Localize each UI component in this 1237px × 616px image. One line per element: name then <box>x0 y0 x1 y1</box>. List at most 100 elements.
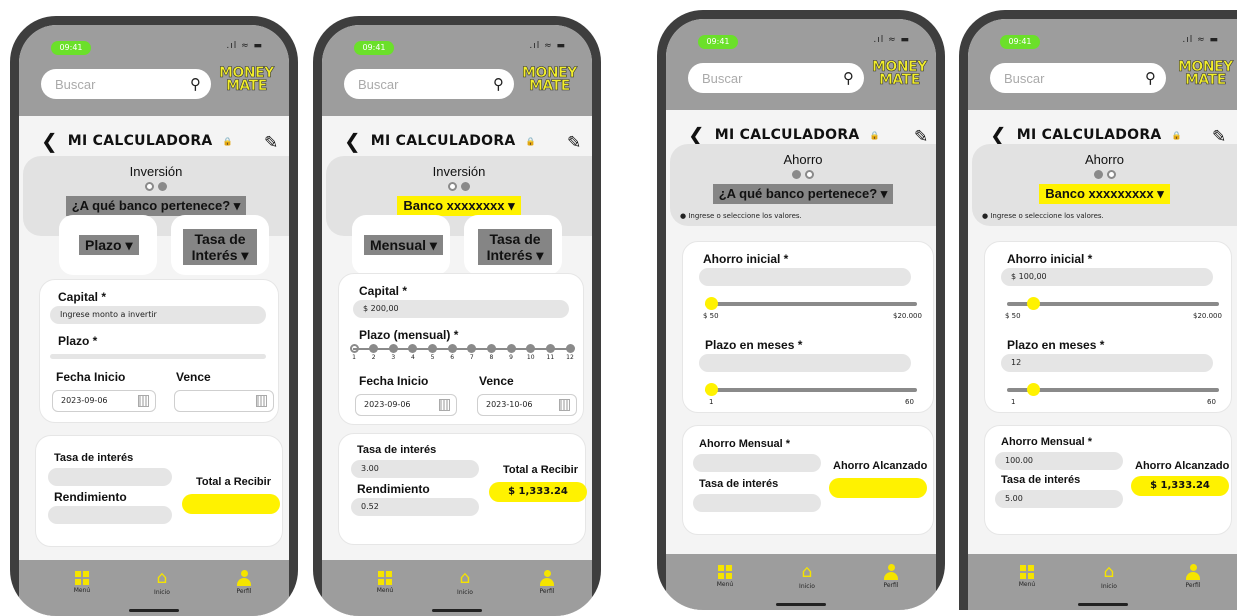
home-icon[interactable]: ⌂ <box>1094 564 1124 581</box>
search-bar[interactable]: Buscar ⚲ <box>344 69 514 99</box>
nav-menu[interactable]: Menú <box>370 570 400 594</box>
capital-input[interactable]: Ingrese monto a invertir <box>50 306 266 324</box>
rate-input[interactable] <box>693 494 821 512</box>
yield-input[interactable]: 0.52 <box>351 498 479 516</box>
month-step[interactable]: 5 <box>428 344 438 361</box>
pager-dot[interactable] <box>461 182 470 191</box>
nav-home[interactable]: ⌂ Inicio <box>450 570 480 597</box>
plazo-input[interactable] <box>50 354 266 359</box>
home-icon[interactable]: ⌂ <box>450 570 480 587</box>
pager-dot[interactable] <box>448 182 457 191</box>
pager-dots[interactable] <box>326 182 592 191</box>
nav-menu[interactable]: Menú <box>710 564 740 588</box>
pager-dots[interactable] <box>670 170 936 179</box>
search-bar[interactable]: Buscar ⚲ <box>990 63 1166 93</box>
start-date-input[interactable]: 2023-09-06 <box>355 394 457 416</box>
search-bar[interactable]: Buscar ⚲ <box>688 63 864 93</box>
yield-input[interactable] <box>48 506 172 524</box>
monthly-savings-input[interactable]: 100.00 <box>995 452 1123 470</box>
month-step[interactable]: 3 <box>388 344 398 361</box>
month-step[interactable]: 8 <box>486 344 496 361</box>
tab-monthly[interactable]: Mensual ▾ <box>364 235 443 255</box>
nav-profile[interactable]: Perfil <box>229 570 259 595</box>
monthly-savings-input[interactable] <box>693 454 821 472</box>
nav-home[interactable]: ⌂ Inicio <box>147 570 177 597</box>
pager-dot[interactable] <box>1106 170 1116 179</box>
months-slider[interactable] <box>1007 383 1219 396</box>
month-step[interactable]: 4 <box>408 344 418 361</box>
search-icon[interactable]: ⚲ <box>190 75 201 93</box>
month-step[interactable]: 11 <box>545 344 555 361</box>
nav-menu[interactable]: Menú <box>1012 564 1042 588</box>
initial-savings-input[interactable]: $ 100,00 <box>1001 268 1213 286</box>
bank-select[interactable]: ¿A qué banco pertenece? ▾ <box>65 196 247 216</box>
home-icon[interactable]: ⌂ <box>792 564 822 581</box>
months-input[interactable] <box>699 354 911 372</box>
slider-knob[interactable] <box>705 297 718 310</box>
nav-home[interactable]: ⌂ Inicio <box>1094 564 1124 591</box>
calendar-icon[interactable] <box>138 395 149 407</box>
calendar-icon[interactable] <box>256 395 267 407</box>
back-arrow-icon[interactable]: ❮ <box>41 129 58 153</box>
capital-input[interactable]: $ 200,00 <box>353 300 569 318</box>
back-arrow-icon[interactable]: ❮ <box>344 129 361 153</box>
calendar-icon[interactable] <box>559 399 570 411</box>
initial-savings-slider[interactable] <box>1007 297 1219 310</box>
search-bar[interactable]: Buscar ⚲ <box>41 69 211 99</box>
person-icon[interactable] <box>884 564 898 580</box>
slider-knob[interactable] <box>1027 297 1040 310</box>
nav-profile[interactable]: Perfil <box>1178 564 1208 589</box>
search-input[interactable]: Buscar <box>358 77 398 92</box>
rate-input[interactable]: 3.00 <box>351 460 479 478</box>
month-step[interactable]: 7 <box>467 344 477 361</box>
month-step[interactable]: 6 <box>447 344 457 361</box>
pager-dot[interactable] <box>145 182 154 191</box>
search-icon[interactable]: ⚲ <box>1145 69 1156 87</box>
bank-select[interactable]: Banco xxxxxxxxx ▾ <box>1039 184 1170 204</box>
pager-dots[interactable] <box>972 170 1237 179</box>
search-icon[interactable]: ⚲ <box>493 75 504 93</box>
person-icon[interactable] <box>1186 564 1200 580</box>
month-step[interactable]: 9 <box>506 344 516 361</box>
tab-plazo[interactable]: Plazo ▾ <box>79 235 139 255</box>
start-date-input[interactable]: 2023-09-06 <box>52 390 156 412</box>
initial-savings-input[interactable] <box>699 268 911 286</box>
search-input[interactable]: Buscar <box>702 71 742 86</box>
pencil-icon[interactable]: ✎ <box>264 133 278 153</box>
slider-knob[interactable] <box>1027 383 1040 396</box>
nav-profile[interactable]: Perfil <box>532 570 562 595</box>
months-slider[interactable] <box>705 383 917 396</box>
search-input[interactable]: Buscar <box>1004 71 1044 86</box>
pager-dot[interactable] <box>792 170 801 179</box>
tab-rate[interactable]: Tasa de Interés ▾ <box>183 229 257 265</box>
person-icon[interactable] <box>237 570 251 586</box>
slider-knob[interactable] <box>705 383 718 396</box>
month-step[interactable]: 10 <box>526 344 536 361</box>
grid-icon[interactable] <box>378 571 392 585</box>
nav-profile[interactable]: Perfil <box>876 564 906 589</box>
due-date-input[interactable]: 2023-10-06 <box>477 394 577 416</box>
pencil-icon[interactable]: ✎ <box>567 133 581 153</box>
nav-home[interactable]: ⌂ Inicio <box>792 564 822 591</box>
grid-icon[interactable] <box>1020 565 1034 579</box>
nav-menu[interactable]: Menú <box>67 570 97 594</box>
month-step[interactable]: 2 <box>369 344 379 361</box>
pager-dots[interactable] <box>23 182 289 191</box>
bank-select[interactable]: Banco xxxxxxxx ▾ <box>397 196 521 216</box>
grid-icon[interactable] <box>718 565 732 579</box>
home-icon[interactable]: ⌂ <box>147 570 177 587</box>
month-step[interactable]: 12 <box>565 344 575 361</box>
months-input[interactable]: 12 <box>1001 354 1213 372</box>
month-stepper[interactable]: 1 2 3 4 5 6 7 8 9 10 11 12 <box>349 344 575 364</box>
pager-dot[interactable] <box>1093 170 1103 179</box>
due-date-input[interactable] <box>174 390 274 412</box>
tab-rate[interactable]: Tasa de Interés ▾ <box>478 229 552 265</box>
pager-dot[interactable] <box>158 182 167 191</box>
search-input[interactable]: Buscar <box>55 77 95 92</box>
rate-input[interactable] <box>48 468 172 486</box>
bank-select[interactable]: ¿A qué banco pertenece? ▾ <box>712 184 894 204</box>
grid-icon[interactable] <box>75 571 89 585</box>
calendar-icon[interactable] <box>439 399 450 411</box>
rate-input[interactable]: 5.00 <box>995 490 1123 508</box>
person-icon[interactable] <box>540 570 554 586</box>
